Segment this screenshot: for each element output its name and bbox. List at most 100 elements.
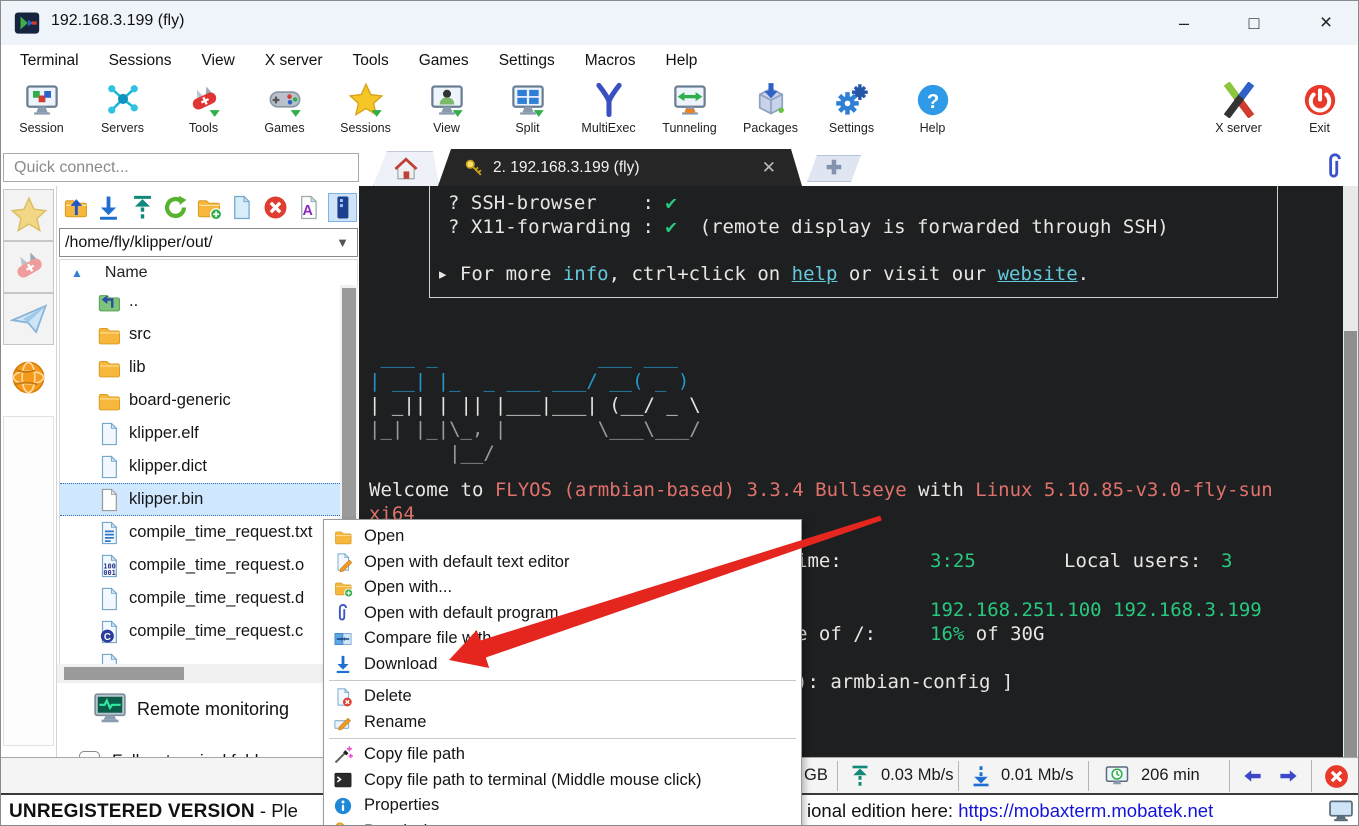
menu-separator <box>329 738 796 739</box>
toolbar-tools-button[interactable]: Tools <box>163 77 244 149</box>
unregistered-text: UNREGISTERED VERSION - Ple <box>9 800 298 823</box>
toolbar-label: Sessions <box>340 121 391 135</box>
new-folder-icon[interactable] <box>195 193 223 222</box>
terminal-scrollbar[interactable] <box>1343 186 1358 757</box>
file-row-klipper-elf[interactable]: klipper.elf <box>60 417 340 450</box>
globe-icon[interactable] <box>10 359 47 396</box>
toolbar-sessions-button[interactable]: Sessions <box>325 77 406 149</box>
minimize-button[interactable]: – <box>1161 7 1207 39</box>
context-menu-copy-file-path[interactable]: Copy file path <box>324 742 801 768</box>
tunneling-icon <box>672 82 708 118</box>
context-menu-open-with-default-program[interactable]: Open with default program... <box>324 601 801 627</box>
go-up-folder-icon[interactable] <box>62 193 90 222</box>
file-row-klipper-dict[interactable]: klipper.dict <box>60 450 340 483</box>
toolbar-x-server-button[interactable]: X server <box>1198 77 1279 149</box>
chevron-down-icon[interactable]: ▼ <box>336 235 357 250</box>
toolbar-label: View <box>433 121 460 135</box>
menu-sessions[interactable]: Sessions <box>94 47 187 75</box>
toolbar-tunneling-button[interactable]: Tunneling <box>649 77 730 149</box>
context-menu-permissions[interactable]: Permissions <box>324 819 801 826</box>
file-list-hscrollbar[interactable] <box>57 664 360 683</box>
file-name: compile_time_request.o <box>129 556 304 575</box>
sidebar-macros-button[interactable] <box>3 293 54 345</box>
exit-icon <box>1302 82 1338 118</box>
context-menu-open-with[interactable]: Open with... <box>324 575 801 601</box>
upload-icon[interactable] <box>128 193 156 222</box>
toolbar-games-button[interactable]: Games <box>244 77 325 149</box>
toolbar-exit-button[interactable]: Exit <box>1279 77 1359 149</box>
toolbar-packages-button[interactable]: Packages <box>730 77 811 149</box>
panel-toggle-icon[interactable] <box>328 193 357 222</box>
menu-terminal[interactable]: Terminal <box>5 47 94 75</box>
sidebar-sessions-button[interactable] <box>3 189 54 241</box>
rename-a-icon[interactable]: A <box>294 193 322 222</box>
menu-tools[interactable]: Tools <box>338 47 404 75</box>
download-icon[interactable] <box>95 193 123 222</box>
app-logo-icon <box>13 10 41 36</box>
file-row-src[interactable]: src <box>60 318 340 351</box>
refresh-icon[interactable] <box>161 193 189 222</box>
maximize-button[interactable]: □ <box>1231 7 1277 39</box>
context-menu-delete[interactable]: Delete <box>324 684 801 710</box>
tab-close-icon[interactable]: ✕ <box>762 158 776 178</box>
context-menu-rename[interactable]: Rename <box>324 710 801 736</box>
nav-arrows-group <box>1229 760 1311 792</box>
download-icon <box>333 654 353 674</box>
context-menu-open-with-default-text-editor[interactable]: Open with default text editor <box>324 550 801 576</box>
context-menu-open[interactable]: Open <box>324 524 801 550</box>
context-menu-copy-file-path-to-terminal-middle-mouse-click[interactable]: Copy file path to terminal (Middle mouse… <box>324 768 801 794</box>
folder-icon <box>96 355 122 381</box>
terminal-line: 3:25 <box>930 549 976 573</box>
name-column-header: Name <box>105 264 148 282</box>
menu-x-server[interactable]: X server <box>250 47 338 75</box>
file-row-board-generic[interactable]: board-generic <box>60 384 340 417</box>
toolbar-settings-button[interactable]: Settings <box>811 77 892 149</box>
menu-games[interactable]: Games <box>404 47 484 75</box>
file-row[interactable] <box>60 648 340 664</box>
terminal-line: ▸ For more info, ctrl+click on help or v… <box>437 262 1089 286</box>
menu-settings[interactable]: Settings <box>484 47 570 75</box>
hscroll-thumb[interactable] <box>64 667 184 680</box>
home-tab[interactable] <box>373 151 439 186</box>
paperclip-icon[interactable] <box>1321 152 1349 182</box>
mobatek-link[interactable]: https://mobaxterm.mobatek.net <box>958 800 1213 821</box>
file-row-klipper-bin[interactable]: klipper.bin <box>60 483 340 516</box>
new-file-icon[interactable] <box>228 193 256 222</box>
menu-help[interactable]: Help <box>651 47 713 75</box>
delete-icon[interactable] <box>261 193 289 222</box>
remote-monitoring-bar[interactable]: Remote monitoring <box>57 686 360 732</box>
context-menu-download[interactable]: Download <box>324 652 801 678</box>
context-menu-properties[interactable]: Properties <box>324 793 801 819</box>
terminal-scroll-thumb[interactable] <box>1344 331 1357 757</box>
file-name: compile_time_request.d <box>129 589 304 608</box>
quick-connect-input[interactable] <box>3 153 359 182</box>
toolbar-split-button[interactable]: Split <box>487 77 568 149</box>
file-row-compile-time-request-txt[interactable]: compile_time_request.txt <box>60 516 340 549</box>
menu-view[interactable]: View <box>186 47 249 75</box>
path-combobox[interactable]: /home/fly/klipper/out/ ▼ <box>59 228 358 257</box>
left-sidebar-strip <box>1 186 56 757</box>
file-row-compile-time-request-o[interactable]: 100001compile_time_request.o <box>60 549 340 582</box>
context-menu-compare-file-with[interactable]: Compare file with... <box>324 626 801 652</box>
menu-item-label: Delete <box>364 687 412 706</box>
file-row-lib[interactable]: lib <box>60 351 340 384</box>
sidebar-tools-button[interactable] <box>3 241 54 293</box>
file-row-compile-time-request-c[interactable]: Ccompile_time_request.c <box>60 615 340 648</box>
arrow-left-icon[interactable] <box>1240 766 1265 786</box>
toolbar-view-button[interactable]: View <box>406 77 487 149</box>
toolbar-servers-button[interactable]: Servers <box>82 77 163 149</box>
menu-item-label: Copy file path to terminal (Middle mouse… <box>364 771 701 790</box>
file-list-header[interactable]: ▲ Name <box>59 259 358 285</box>
file-row--[interactable]: .. <box>60 285 340 318</box>
arrow-right-icon[interactable] <box>1276 766 1301 786</box>
toolbar-help-button[interactable]: ?Help <box>892 77 973 149</box>
menu-macros[interactable]: Macros <box>570 47 651 75</box>
toolbar-multiexec-button[interactable]: MultiExec <box>568 77 649 149</box>
tab-active-session[interactable]: 2. 192.168.3.199 (fly) ✕ <box>438 149 802 186</box>
main-toolbar: SessionServersToolsGames Sessions View Spli… <box>1 77 1359 149</box>
new-tab-button[interactable]: ✚ <box>807 155 861 182</box>
file-row-compile-time-request-d[interactable]: compile_time_request.d <box>60 582 340 615</box>
toolbar-session-button[interactable]: Session <box>1 77 82 149</box>
close-button[interactable]: × <box>1303 7 1349 39</box>
close-session-button[interactable] <box>1311 760 1359 792</box>
